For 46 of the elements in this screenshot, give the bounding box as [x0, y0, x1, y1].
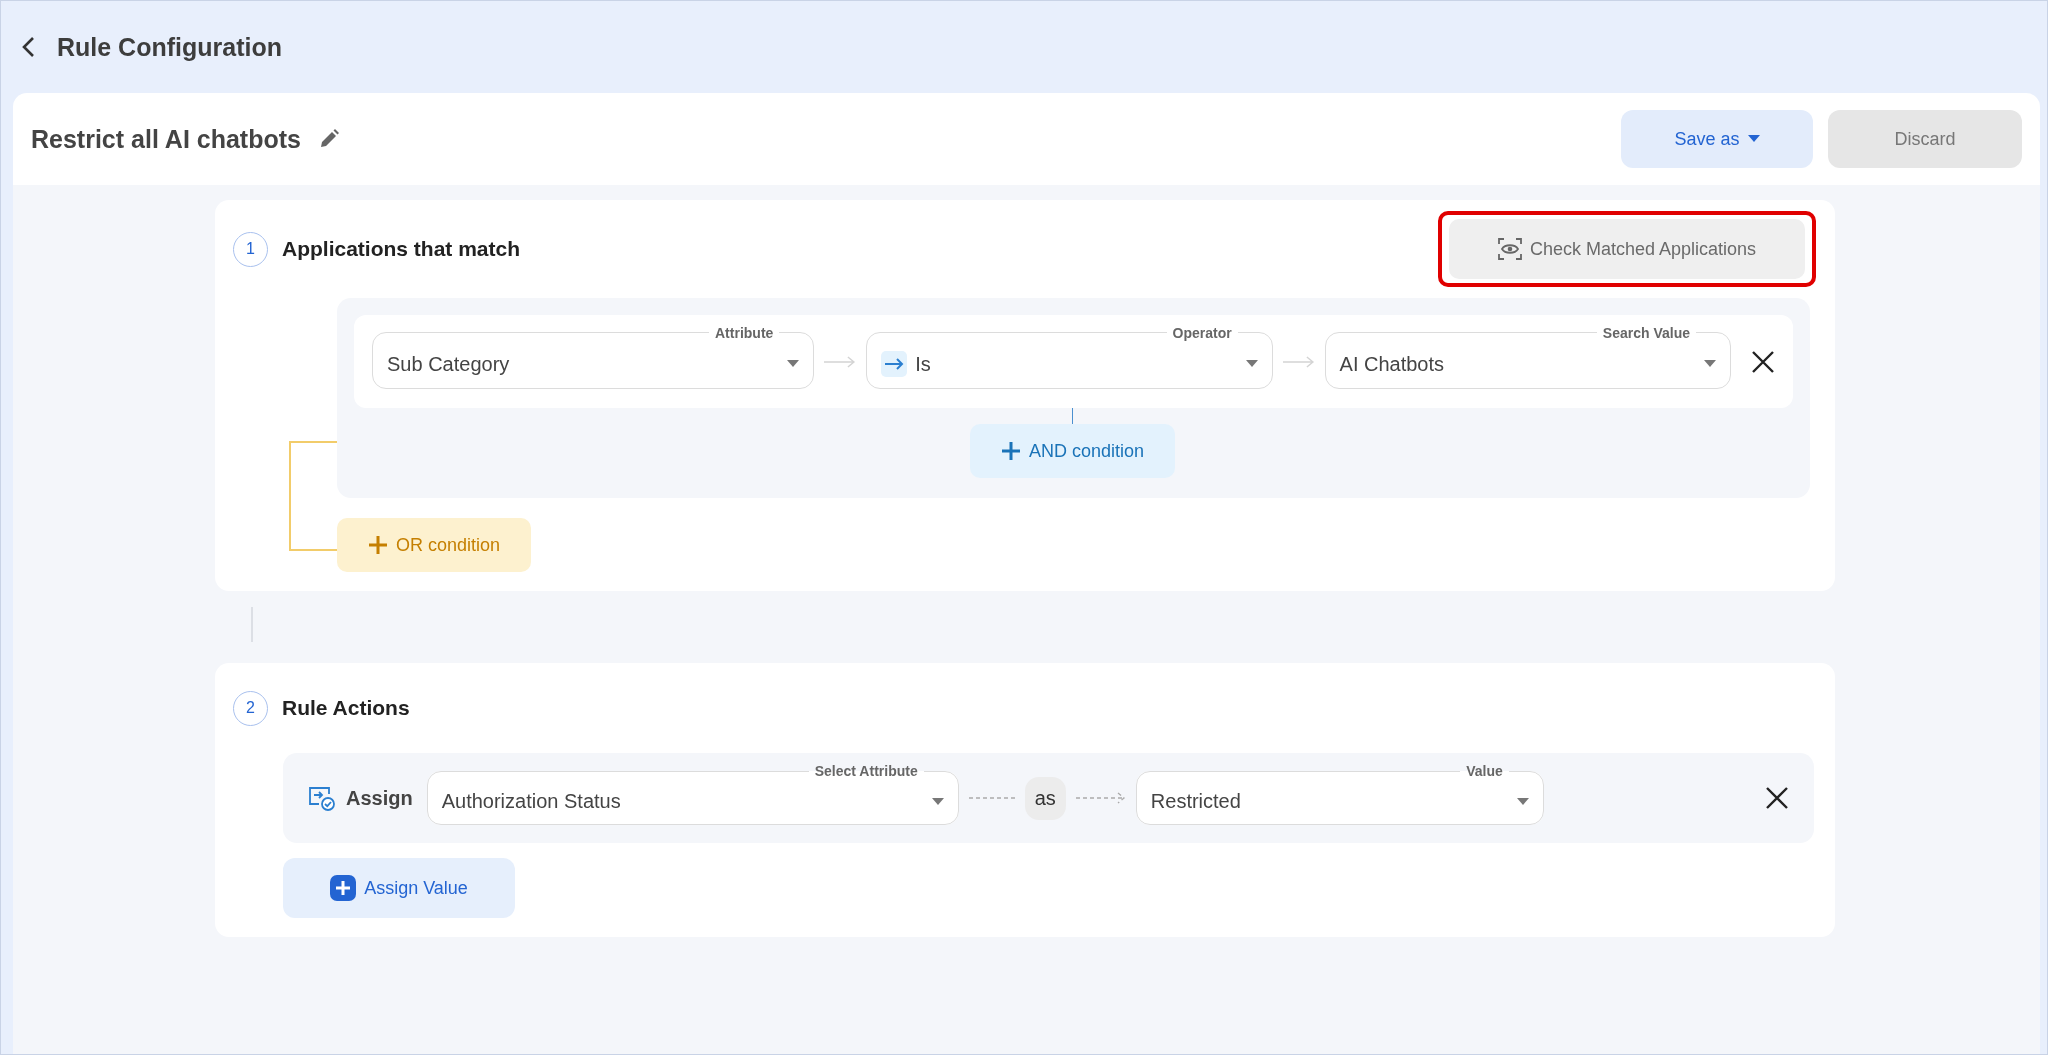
field-label: Attribute [714, 324, 775, 341]
dropdown-value: Sub Category [387, 352, 510, 376]
caret-icon [787, 360, 800, 368]
and-condition-button[interactable]: AND condition [970, 424, 1175, 478]
assign-icon [308, 785, 336, 811]
plus-icon [367, 535, 388, 555]
or-condition-button[interactable]: OR condition [337, 518, 531, 572]
arrow-icon [824, 355, 857, 368]
action-verb: Assign [346, 786, 413, 810]
assign-value-button[interactable]: Assign Value [283, 858, 515, 918]
rule-name: Restrict all AI chatbots [31, 124, 301, 154]
dropdown-field[interactable]: Select Attribute Authorization Status [426, 763, 959, 825]
section-title: Rule Actions [282, 696, 410, 720]
dropdown-field[interactable]: Search Value AI Chatbots [1324, 324, 1731, 389]
field-label: Operator [1171, 324, 1233, 341]
eye-scan-icon [1497, 238, 1522, 260]
plus-icon [330, 875, 357, 901]
page-title: Rule Configuration [57, 32, 282, 62]
plus-icon [1000, 441, 1021, 461]
caret-icon [1516, 797, 1529, 806]
caret-icon [1245, 360, 1258, 368]
connector-label: as [1024, 776, 1066, 820]
dashed-arrow [1075, 792, 1126, 804]
dropdown-value: AI Chatbots [1339, 352, 1445, 376]
caret-icon [1704, 360, 1716, 368]
dropdown-value: Authorization Status [441, 790, 621, 813]
save-as-button[interactable]: Save as [1621, 110, 1813, 168]
field-label: Select Attribute [813, 763, 919, 779]
dropdown-field[interactable]: Attribute Sub Category [372, 324, 815, 389]
field-label: Value [1465, 763, 1504, 779]
discard-button[interactable]: Discard [1828, 110, 2022, 168]
dropdown-value: Restricted [1150, 790, 1241, 813]
arrow-icon [1282, 355, 1315, 368]
section-title: Applications that match [282, 237, 521, 261]
back-icon [21, 36, 35, 58]
close-icon [1751, 349, 1775, 374]
close-icon [1765, 786, 1789, 810]
dropdown-field[interactable]: Value Restricted [1135, 763, 1544, 825]
field-label: Search Value [1601, 324, 1691, 341]
check-matched-button[interactable]: Check Matched Applications [1449, 219, 1805, 279]
caret-icon [1747, 135, 1760, 143]
caret-icon [931, 797, 944, 806]
dropdown-value: Is [915, 352, 931, 376]
remove-button[interactable] [1751, 349, 1775, 374]
pencil-icon [319, 129, 339, 149]
remove-button[interactable] [1765, 786, 1789, 810]
